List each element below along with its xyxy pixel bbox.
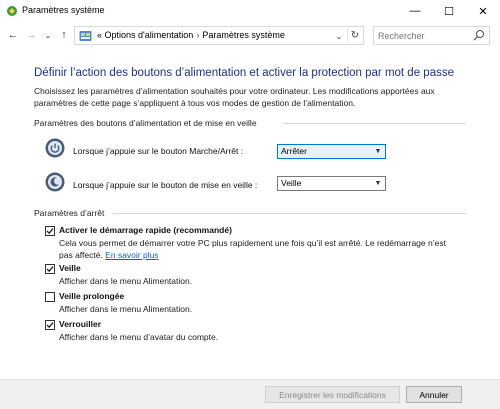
footer-bar: Enregistrer les modifications Annuler	[0, 379, 500, 409]
group-divider	[283, 123, 466, 124]
title-bar: Paramètres système — ☐ ✕	[0, 0, 500, 22]
lock-option-title: Verrouiller	[59, 319, 102, 329]
power-button-action-value: Arrêter	[281, 146, 307, 156]
address-bar[interactable]: « Options d'alimentation › Paramètres syst…	[74, 26, 364, 45]
chevron-down-icon: ⌄	[335, 31, 343, 41]
fast-startup-title: Activer le démarrage rapide (recommandé)	[59, 225, 232, 235]
sleep-option-description: Afficher dans le menu Alimentation.	[59, 276, 193, 286]
power-options-icon	[7, 6, 17, 16]
minimize-icon: —	[409, 5, 421, 17]
back-button[interactable]: ←	[6, 27, 20, 43]
intro-text: Choisissez les paramètres d’alimentation…	[34, 86, 435, 108]
learn-more-link[interactable]: En savoir plus	[105, 250, 158, 260]
checkmark-icon	[46, 266, 54, 273]
checkmark-icon	[46, 322, 54, 329]
save-button[interactable]: Enregistrer les modifications	[265, 386, 400, 403]
power-button-icon	[45, 138, 65, 158]
up-button[interactable]: ↑	[57, 27, 71, 43]
sleep-checkbox[interactable]	[45, 264, 55, 274]
close-icon: ✕	[478, 5, 488, 18]
hibernate-option-title: Veille prolongée	[59, 291, 125, 301]
power-button-action-select[interactable]: Arrêter ▼	[277, 144, 386, 159]
sleep-option-title: Veille	[59, 263, 81, 273]
minimize-button[interactable]: —	[398, 0, 432, 22]
refresh-icon: ↻	[350, 30, 360, 41]
shutdown-heading: Paramètres d’arrêt	[34, 208, 105, 218]
power-buttons-heading: Paramètres des boutons d’alimentation et…	[34, 118, 257, 128]
group-divider	[113, 213, 466, 214]
sleep-button-action-value: Veille	[281, 178, 302, 188]
hibernate-option-description: Afficher dans le menu Alimentation.	[59, 304, 193, 314]
cancel-button[interactable]: Annuler	[406, 386, 462, 403]
close-button[interactable]: ✕	[466, 0, 500, 22]
sleep-button-label: Lorsque j’appuie sur le bouton de mise e…	[73, 180, 258, 190]
search-input[interactable]	[378, 29, 472, 42]
checkmark-icon	[46, 228, 54, 235]
power-button-label: Lorsque j’appuie sur le bouton Marche/Ar…	[73, 146, 244, 156]
window-title: Paramètres système	[22, 5, 105, 15]
lock-checkbox[interactable]	[45, 320, 55, 330]
hibernate-checkbox[interactable]	[45, 292, 55, 302]
fast-startup-description: Cela vous permet de démarrer votre PC pl…	[59, 237, 459, 261]
control-panel-icon	[79, 31, 92, 41]
maximize-button[interactable]: ☐	[432, 0, 466, 22]
address-history-button[interactable]: ⌄	[333, 29, 345, 43]
breadcrumb: « Options d'alimentation › Paramètres syst…	[97, 30, 285, 40]
refresh-button[interactable]: ↻	[347, 28, 362, 43]
back-arrow-icon: ←	[7, 29, 19, 41]
breadcrumb-overflow[interactable]: «	[97, 30, 102, 40]
search-icon	[473, 29, 485, 41]
breadcrumb-item-options[interactable]: Options d'alimentation	[105, 30, 194, 40]
search-box	[373, 26, 490, 45]
chevron-down-icon: ▼	[374, 180, 382, 187]
fast-startup-checkbox[interactable]	[45, 226, 55, 236]
forward-button[interactable]: →	[24, 27, 38, 43]
navigation-bar: ← → ⌄ ↑ « Options d'alimentation › Paramèt…	[0, 24, 500, 46]
lock-option-description: Afficher dans le menu d’avatar du compte…	[59, 332, 219, 342]
sleep-button-action-select[interactable]: Veille ▼	[277, 176, 386, 191]
forward-arrow-icon: →	[25, 29, 37, 41]
sleep-button-icon	[45, 172, 65, 192]
chevron-down-icon: ⌄	[44, 30, 52, 40]
chevron-right-icon: ›	[196, 30, 200, 40]
page-title: Définir l’action des boutons d’alimentat…	[34, 67, 454, 79]
up-arrow-icon: ↑	[61, 29, 67, 41]
chevron-down-icon: ▼	[374, 148, 382, 155]
breadcrumb-item-system-settings[interactable]: Paramètres système	[202, 30, 285, 40]
recent-locations-button[interactable]: ⌄	[41, 27, 55, 43]
maximize-icon: ☐	[444, 5, 454, 18]
